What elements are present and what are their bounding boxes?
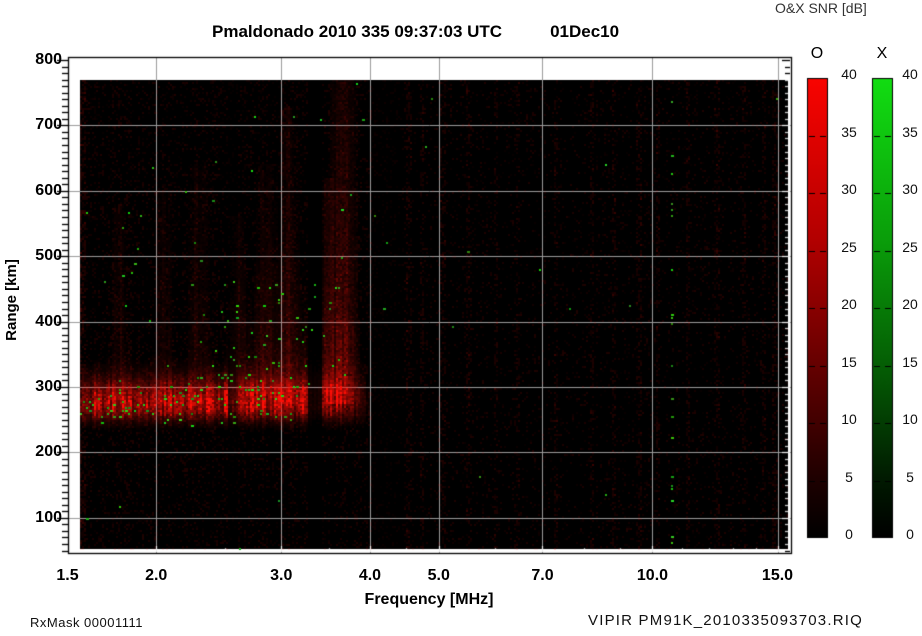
y-axis-tick-label: 100: [35, 508, 62, 526]
ionogram-plot-canvas: [0, 0, 922, 636]
colorbar-x-tick-label: 15: [902, 353, 918, 370]
y-axis-tick-label: 500: [35, 247, 62, 265]
colorbar-x-tick-label: 40: [902, 66, 918, 82]
rx-mask-text: RxMask 00001111: [30, 615, 144, 630]
x-axis-tick-label: 2.0: [145, 567, 168, 584]
colorbar-o-tick-label: 0: [845, 526, 853, 542]
colorbar-o-tick-label: 15: [841, 353, 857, 370]
colorbar-o-tick-label: 25: [841, 238, 857, 255]
y-axis-tick-label: 200: [35, 443, 62, 461]
colorbar-o-tick-label: 5: [845, 468, 853, 485]
colorbar-o-tick-label: 30: [841, 181, 857, 197]
plot-title-date: 01Dec10: [550, 22, 620, 41]
x-axis-tick-label: 3.0: [270, 567, 293, 584]
y-axis-tick-label: 700: [35, 116, 62, 134]
colorbar-o-tick-label: 35: [841, 123, 857, 140]
colorbar-x-tick-label: 25: [902, 238, 918, 255]
x-axis-tick-label: 15.0: [761, 567, 794, 584]
data-file-name: VIPIR PM91K_2010335093703.RIQ: [588, 612, 863, 629]
colorbar-x-label: X: [876, 45, 888, 62]
x-axis-tick-label: 7.0: [531, 567, 554, 584]
colorbar-x-tick-label: 10: [902, 411, 918, 427]
x-axis-tick-label: 4.0: [358, 567, 382, 584]
plot-title-station: Pmaldonado 2010 335 09:37:03 UTC: [212, 22, 503, 41]
x-axis-tick-label: 1.5: [56, 567, 79, 584]
colorbar-title: O&X SNR [dB]: [775, 0, 867, 16]
y-axis-tick-label: 400: [35, 312, 62, 330]
y-axis-tick-label: 600: [35, 181, 62, 199]
colorbar-x-tick-label: 30: [902, 181, 918, 197]
y-axis-title: Range [km]: [3, 259, 20, 341]
colorbar-x-tick-label: 5: [906, 468, 914, 485]
x-axis-tick-label: 10.0: [636, 567, 669, 584]
x-axis-title: Frequency [MHz]: [364, 591, 494, 608]
y-axis-tick-label: 800: [35, 51, 62, 68]
colorbar-o-tick-label: 20: [841, 296, 857, 312]
ionogram-page: Pmaldonado 2010 335 09:37:03 UTC 01Dec10 …: [0, 0, 922, 636]
x-axis-tick-label: 5.0: [427, 567, 450, 584]
colorbar-o-tick-label: 40: [841, 66, 857, 82]
colorbar-x-tick-label: 20: [902, 296, 918, 312]
colorbar-x-tick-label: 35: [902, 123, 918, 140]
colorbar-o-label: O: [810, 45, 824, 62]
plot-title: Pmaldonado 2010 335 09:37:03 UTC 01Dec10: [212, 22, 619, 42]
colorbar-o-tick-label: 10: [841, 411, 857, 427]
colorbar-x-tick-label: 0: [906, 526, 914, 542]
y-axis-tick-label: 300: [35, 378, 62, 395]
